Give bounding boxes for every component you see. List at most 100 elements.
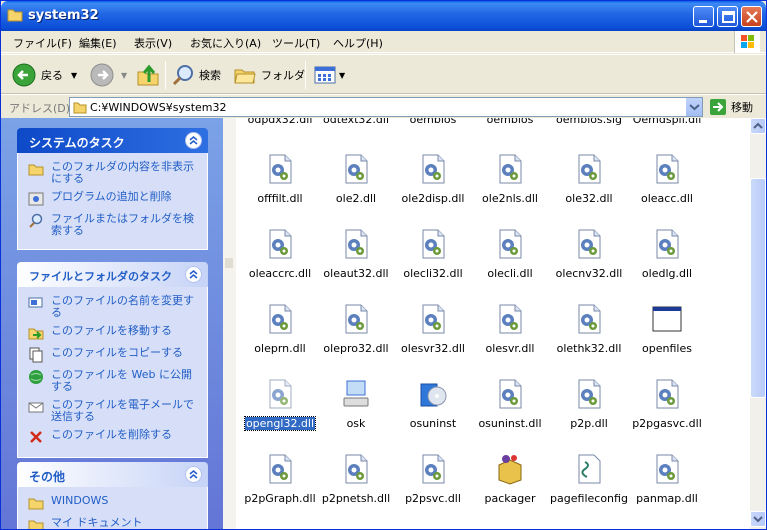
file-item[interactable]: olesvr32.dll (393, 303, 473, 355)
file-item[interactable]: p2p.dll (549, 378, 629, 430)
go-button[interactable]: 移動 (709, 98, 753, 116)
file-item[interactable]: ole2disp.dll (393, 153, 473, 205)
file-tasks-title: ファイルとフォルダのタスク (29, 270, 172, 283)
file-item[interactable]: p2pgasvc.dll (627, 378, 707, 430)
file-item[interactable]: olepro32.dll (316, 303, 396, 355)
task-delete[interactable]: このファイルを削除する (28, 429, 201, 445)
forward-arrow-icon (90, 63, 114, 87)
file-item[interactable]: oleaut32.dll (316, 228, 396, 280)
file-item[interactable]: olecnv32.dll (549, 228, 629, 280)
go-arrow-icon (710, 99, 726, 115)
file-item[interactable]: olecli32.dll (393, 228, 473, 280)
place-windows[interactable]: WINDOWS (28, 495, 201, 511)
file-list-view[interactable]: odpdx32.dll odtext32.dll oembios oembios… (223, 118, 750, 529)
scroll-thumb[interactable] (750, 178, 766, 398)
file-name: olethk32.dll (556, 342, 622, 355)
file-item-partial[interactable]: odtext32.dll (316, 118, 396, 126)
menu-view[interactable]: 表示(V) (134, 35, 172, 51)
file-item[interactable]: olecli.dll (470, 228, 550, 280)
dll-file-icon (422, 229, 445, 259)
file-item[interactable]: olesvr.dll (470, 303, 550, 355)
file-item[interactable]: oleaccrc.dll (240, 228, 320, 280)
folders-button[interactable]: フォルダ (233, 61, 305, 89)
address-dropdown-button[interactable] (685, 98, 702, 116)
up-folder-button[interactable] (135, 61, 161, 89)
file-item[interactable]: osuninst (393, 378, 473, 430)
task-move[interactable]: このファイルを移動する (28, 325, 201, 341)
vertical-scrollbar[interactable] (750, 118, 766, 529)
toolbar-separator (165, 61, 166, 89)
task-hide-contents[interactable]: このフォルダの内容を非表示にする (28, 161, 201, 185)
file-item-partial[interactable]: oembios (393, 118, 473, 126)
menu-edit[interactable]: 編集(E) (79, 35, 117, 51)
dll-file-icon (345, 304, 368, 334)
file-item[interactable]: ole2.dll (316, 153, 396, 205)
scroll-down-button[interactable] (750, 511, 766, 527)
back-button[interactable]: 戻る ▼ (11, 61, 77, 89)
collapse-button[interactable] (185, 132, 202, 149)
task-label: このファイルを電子メールで送信する (51, 398, 194, 423)
scroll-up-button[interactable] (750, 118, 766, 134)
back-dropdown-icon[interactable]: ▼ (71, 71, 77, 80)
file-item[interactable]: opengl32.dll (240, 378, 320, 431)
search-icon (172, 65, 193, 86)
place-my-documents[interactable]: マイ ドキュメント (28, 517, 201, 529)
close-button[interactable] (741, 6, 762, 27)
dll-file-icon (578, 304, 601, 334)
file-item[interactable]: oleacc.dll (627, 153, 707, 205)
file-tasks-header[interactable]: ファイルとフォルダのタスク (17, 262, 208, 287)
menu-tools[interactable]: ツール(T) (272, 35, 320, 51)
file-item[interactable]: osk (316, 378, 396, 430)
file-item[interactable]: pagefileconfig (549, 453, 629, 505)
file-item[interactable]: p2pGraph.dll (240, 453, 320, 505)
task-rename[interactable]: このファイルの名前を変更する (28, 295, 201, 319)
file-item[interactable]: oledlg.dll (627, 228, 707, 280)
menu-file[interactable]: ファイル(F) (13, 35, 72, 51)
file-item-partial[interactable]: Oemdspif.dll (627, 118, 707, 126)
file-item-partial[interactable]: oembios (470, 118, 550, 126)
task-copy[interactable]: このファイルをコピーする (28, 347, 201, 363)
file-item[interactable]: osuninst.dll (470, 378, 550, 430)
maximize-button[interactable] (717, 6, 738, 27)
system-tasks-title: システムのタスク (29, 136, 125, 150)
forward-button[interactable]: ▼ (89, 61, 127, 89)
search-button[interactable]: 検索 (171, 61, 221, 89)
file-name: p2p.dll (570, 417, 608, 430)
file-item[interactable]: ole32.dll (549, 153, 629, 205)
file-item[interactable]: panmap.dll (627, 453, 707, 505)
window-title: system32 (28, 8, 99, 23)
menu-help[interactable]: ヘルプ(H) (333, 35, 383, 51)
file-item[interactable]: p2pnetsh.dll (316, 453, 396, 505)
file-item[interactable]: packager (470, 453, 550, 505)
file-item-partial[interactable]: oembios.sig (549, 118, 629, 126)
views-button[interactable]: ▼ (313, 61, 345, 89)
task-add-remove-programs[interactable]: プログラムの追加と削除 (28, 191, 201, 207)
minimize-button[interactable] (693, 6, 714, 27)
address-input[interactable]: C:¥WINDOWS¥system32 (69, 97, 703, 117)
menu-favorites[interactable]: お気に入り(A) (190, 35, 261, 51)
file-item[interactable]: oleprn.dll (240, 303, 320, 355)
collapse-button[interactable] (185, 466, 202, 483)
email-icon (28, 402, 44, 413)
collapse-button[interactable] (185, 266, 202, 283)
file-item[interactable]: p2psvc.dll (393, 453, 473, 505)
chevron-up-icon (189, 270, 198, 279)
chevron-up-icon (189, 470, 198, 479)
task-email[interactable]: このファイルを電子メールで送信する (28, 399, 201, 423)
file-item[interactable]: olethk32.dll (549, 303, 629, 355)
forward-dropdown-icon[interactable]: ▼ (121, 71, 127, 80)
file-item[interactable]: openfiles (627, 303, 707, 355)
address-path: C:¥WINDOWS¥system32 (90, 101, 227, 114)
task-search[interactable]: ファイルまたはフォルダを検索する (28, 213, 201, 237)
file-item[interactable]: ole2nls.dll (470, 153, 550, 205)
task-publish-web[interactable]: このファイルを Web に公開する (28, 369, 201, 393)
file-item[interactable]: offfilt.dll (240, 153, 320, 205)
other-places-header[interactable]: その他 (17, 462, 208, 487)
file-name: openfiles (642, 342, 692, 355)
splitter-grip[interactable] (225, 258, 233, 268)
file-item-partial[interactable]: odpdx32.dll (240, 118, 320, 126)
system-tasks-header[interactable]: システムのタスク (17, 128, 208, 153)
views-dropdown-icon[interactable]: ▼ (339, 71, 345, 80)
dll-file-icon (269, 229, 292, 259)
title-bar[interactable]: system32 (1, 1, 766, 31)
